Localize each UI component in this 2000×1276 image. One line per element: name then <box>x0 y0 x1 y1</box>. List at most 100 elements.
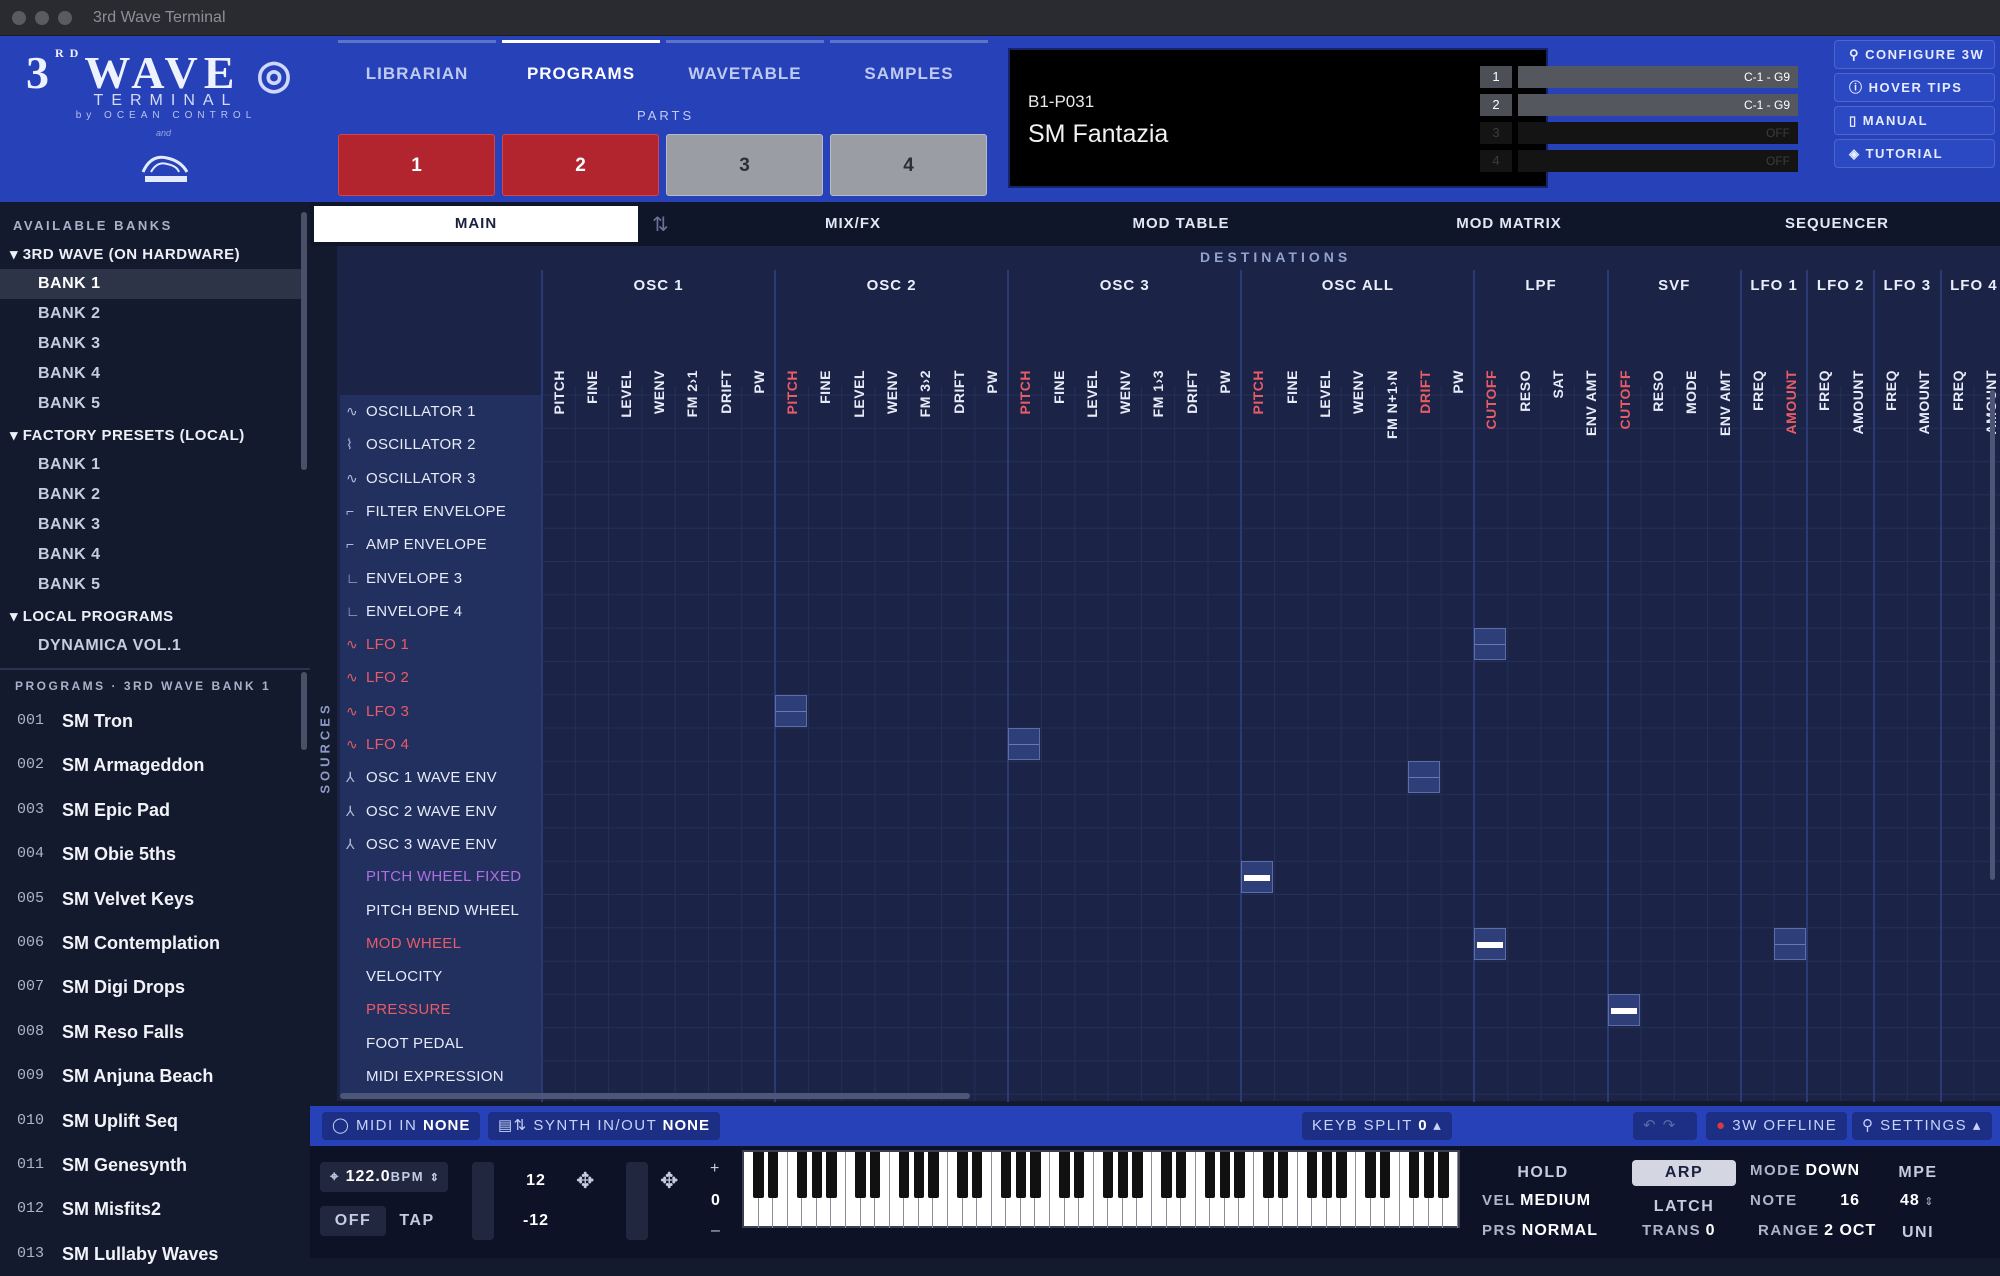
black-key[interactable] <box>1001 1152 1012 1198</box>
destination-column-label[interactable]: FINE <box>1042 300 1075 404</box>
black-key[interactable] <box>1161 1152 1172 1198</box>
black-key[interactable] <box>1103 1152 1114 1198</box>
black-key[interactable] <box>797 1152 808 1198</box>
program-list-item[interactable]: 013 SM Lullaby Waves <box>0 1232 305 1276</box>
sidebar-item-bank[interactable]: BANK 5 <box>0 570 305 600</box>
synth-io-select[interactable]: ▤⇅ SYNTH IN/OUT NONE <box>488 1112 721 1140</box>
settings-button[interactable]: ⚲ SETTINGS ▴ <box>1852 1112 1992 1140</box>
part-4-button[interactable]: 4 <box>830 134 987 196</box>
manual-button[interactable]: ▯ MANUAL <box>1834 106 1995 135</box>
source-row-label[interactable]: ∟ ENVELOPE 4 <box>340 595 540 627</box>
arp-note-select[interactable]: NOTE 16 <box>1750 1192 1860 1210</box>
destination-column-label[interactable]: FREQ <box>1874 300 1907 411</box>
tab-librarian[interactable]: LIBRARIAN <box>338 40 496 102</box>
bank-group-local[interactable]: ▾ LOCAL PROGRAMS <box>10 607 174 625</box>
stepper-icon[interactable]: ⇕ <box>1924 1196 1933 1208</box>
pitch-wheel[interactable] <box>472 1162 494 1240</box>
black-key[interactable] <box>928 1152 939 1198</box>
mod-routing-cell[interactable] <box>1474 628 1507 661</box>
transpose-field[interactable]: TRANS 0 <box>1642 1222 1716 1240</box>
destination-column-label[interactable]: FINE <box>1275 300 1308 404</box>
programs-scrollbar[interactable] <box>301 672 307 750</box>
source-row-label[interactable]: PITCH BEND WHEEL <box>340 895 540 927</box>
destination-column-label[interactable]: DRIFT <box>1175 300 1208 414</box>
black-key[interactable] <box>1074 1152 1085 1198</box>
tab-sequencer[interactable]: SEQUENCER <box>1674 206 2000 242</box>
tune-icon[interactable]: ⇅ <box>652 212 669 237</box>
source-row-label[interactable]: ⌐ FILTER ENVELOPE <box>340 495 540 527</box>
black-key[interactable] <box>1263 1152 1274 1198</box>
destination-column-label[interactable]: FREQ <box>1807 300 1840 411</box>
destination-column-label[interactable]: FINE <box>808 300 841 404</box>
source-row-label[interactable]: PRESSURE <box>340 994 540 1026</box>
bank-group-factory[interactable]: ▾ FACTORY PRESETS (LOCAL) <box>10 426 245 444</box>
sidebar-item-bank[interactable]: BANK 5 <box>0 389 305 419</box>
destination-column-label[interactable]: DRIFT <box>942 300 975 414</box>
program-list-item[interactable]: 004 SM Obie 5ths <box>0 832 305 876</box>
undo-redo-buttons[interactable]: ↶ ↷ <box>1633 1112 1697 1140</box>
black-key[interactable] <box>1059 1152 1070 1198</box>
configure-3w-button[interactable]: ⚲ CONFIGURE 3W <box>1834 40 1995 69</box>
black-key[interactable] <box>1278 1152 1289 1198</box>
destination-column-label[interactable]: AMOUNT <box>1907 300 1940 434</box>
black-key[interactable] <box>1234 1152 1245 1198</box>
tap-button[interactable]: TAP <box>384 1206 450 1236</box>
source-row-label[interactable]: ∿ OSCILLATOR 1 <box>340 395 540 427</box>
source-row-label[interactable]: ∟ ENVELOPE 3 <box>340 562 540 594</box>
black-key[interactable] <box>1365 1152 1376 1198</box>
range-low-field[interactable]: -12 <box>508 1206 564 1236</box>
piano-keyboard[interactable] <box>742 1150 1460 1228</box>
bank-group-hardware[interactable]: ▾ 3RD WAVE (ON HARDWARE) <box>10 245 240 263</box>
mod-routing-cell[interactable] <box>1774 927 1807 960</box>
black-key[interactable] <box>1409 1152 1420 1198</box>
black-key[interactable] <box>768 1152 779 1198</box>
mod-routing-cell[interactable] <box>1241 861 1274 894</box>
mod-wheel[interactable] <box>626 1162 648 1240</box>
source-row-label[interactable]: ⅄ OSC 2 WAVE ENV <box>340 795 540 827</box>
source-row-label[interactable]: VELOCITY <box>340 961 540 993</box>
black-key[interactable] <box>1132 1152 1143 1198</box>
mpe-range-field[interactable]: 48 ⇕ <box>1900 1192 1933 1210</box>
minimize-window-button[interactable] <box>35 11 49 25</box>
program-list-item[interactable]: 001 SM Tron <box>0 699 305 743</box>
matrix-h-scrollbar[interactable] <box>340 1093 970 1099</box>
program-list-item[interactable]: 003 SM Epic Pad <box>0 788 305 832</box>
destination-column-label[interactable]: AMOUNT <box>1774 300 1807 434</box>
program-list-item[interactable]: 011 SM Genesynth <box>0 1143 305 1187</box>
source-row-label[interactable]: ⌐ AMP ENVELOPE <box>340 528 540 560</box>
latch-button[interactable]: LATCH <box>1632 1192 1736 1222</box>
black-key[interactable] <box>1219 1152 1230 1198</box>
arp-range-select[interactable]: RANGE 2 OCT <box>1758 1222 1876 1240</box>
destination-column-label[interactable]: DRIFT <box>1408 300 1441 414</box>
mod-routing-cell[interactable] <box>1008 728 1041 760</box>
destination-column-label[interactable]: PW <box>1441 300 1474 394</box>
arp-toggle[interactable]: ARP <box>1632 1160 1736 1186</box>
arp-off-button[interactable]: OFF <box>320 1206 386 1236</box>
destination-column-label[interactable]: CUTOFF <box>1474 300 1507 430</box>
source-row-label[interactable]: ∿ LFO 1 <box>340 628 540 660</box>
tab-wavetable[interactable]: WAVETABLE <box>666 40 824 102</box>
part-1-button[interactable]: 1 <box>338 134 495 196</box>
source-row-label[interactable]: ∿ LFO 4 <box>340 728 540 760</box>
destination-column-label[interactable]: PW <box>742 300 775 394</box>
tutorial-button[interactable]: ◈ TUTORIAL <box>1834 139 1995 168</box>
destination-column-label[interactable]: RESO <box>1508 300 1541 412</box>
destination-column-label[interactable]: ENV AMT <box>1574 300 1607 436</box>
tab-mod-table[interactable]: MOD TABLE <box>1018 206 1344 242</box>
bpm-field[interactable]: ⌖ 122.0BPM ⇕ <box>320 1162 448 1192</box>
velocity-select[interactable]: VEL MEDIUM <box>1482 1192 1612 1210</box>
black-key[interactable] <box>870 1152 881 1198</box>
program-list-item[interactable]: 002 SM Armageddon <box>0 743 305 787</box>
destination-column-label[interactable]: AMOUNT <box>1841 300 1874 434</box>
destination-column-label[interactable]: LEVEL <box>1308 300 1341 418</box>
destination-column-label[interactable]: CUTOFF <box>1608 300 1641 430</box>
tab-samples[interactable]: SAMPLES <box>830 40 988 102</box>
destination-column-label[interactable]: PITCH <box>1241 300 1274 415</box>
range-high-field[interactable]: 12 <box>508 1166 564 1196</box>
sidebar-item-bank[interactable]: BANK 2 <box>0 480 305 510</box>
destination-column-label[interactable]: FM N+1›N <box>1375 300 1408 439</box>
black-key[interactable] <box>972 1152 983 1198</box>
move-icon[interactable]: ✥ <box>576 1168 594 1194</box>
unison-button[interactable]: UNI <box>1880 1218 1956 1248</box>
destination-column-label[interactable]: WENV <box>642 300 675 414</box>
